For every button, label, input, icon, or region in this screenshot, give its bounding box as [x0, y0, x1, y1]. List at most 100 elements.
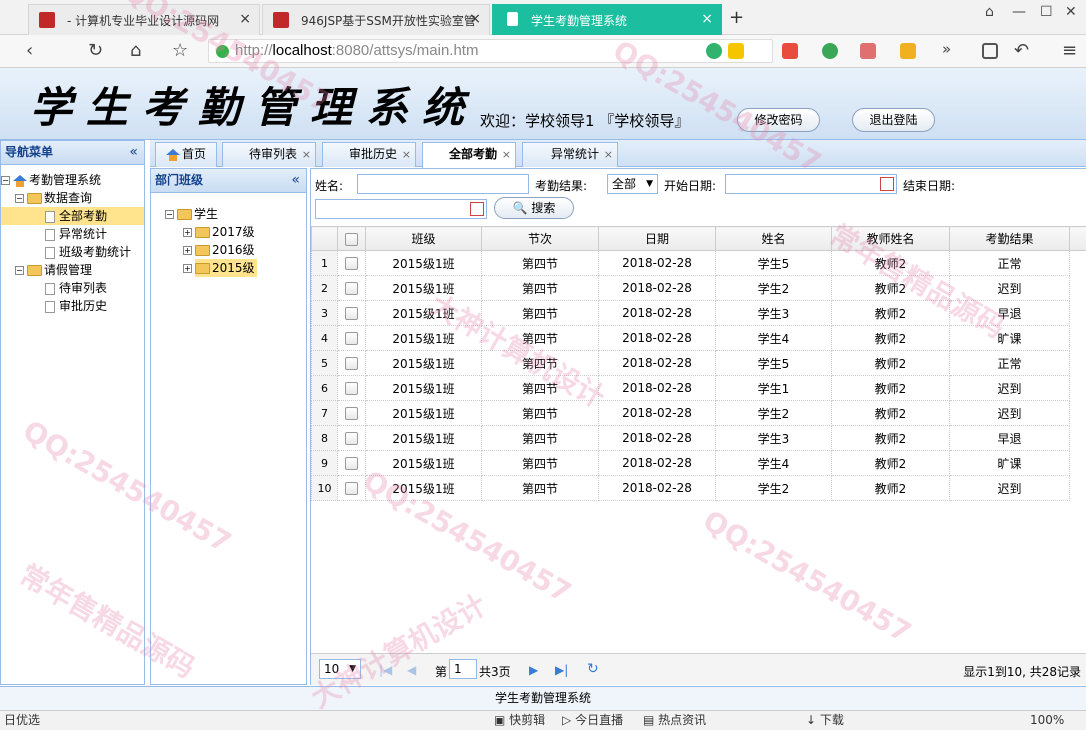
row-checkbox[interactable] — [345, 332, 358, 345]
table-row[interactable]: 3 2015级1班 第四节 2018-02-28 学生3 教师2 早退 — [311, 300, 1086, 326]
change-password-button[interactable]: 修改密码 — [737, 108, 820, 132]
tab-abnormal-stats[interactable]: 异常统计 × — [522, 142, 618, 167]
next-page-icon[interactable]: ▶ — [529, 663, 538, 677]
close-icon[interactable]: × — [469, 11, 481, 27]
tree-node-root[interactable]: − 考勤管理系统 — [1, 171, 144, 189]
page-number-input[interactable]: 1 — [449, 659, 477, 679]
close-icon[interactable]: × — [302, 143, 311, 166]
row-checkbox[interactable] — [345, 457, 358, 470]
tree-node-data-query[interactable]: − 数据查询 — [1, 189, 144, 207]
browser-tab-2[interactable]: 946JSP基于SSM开放性实验室管 × — [262, 4, 490, 35]
logout-button[interactable]: 退出登陆 — [852, 108, 935, 132]
column-header[interactable]: 班级 — [365, 226, 482, 251]
column-header[interactable]: 考勤结果 — [949, 226, 1070, 251]
browser-tab-3[interactable]: 学生考勤管理系统 × — [492, 4, 722, 35]
new-tab-icon[interactable]: + — [729, 7, 744, 28]
dept-node-2016[interactable]: +2016级 — [151, 241, 306, 259]
tab-approval-history[interactable]: 审批历史 × — [322, 142, 416, 167]
back-icon[interactable]: ‹ — [26, 40, 33, 61]
status-item[interactable]: ▷ 今日直播 — [562, 711, 623, 730]
tab-pending-list[interactable]: 待审列表 × — [222, 142, 316, 167]
row-select-cell[interactable] — [337, 300, 366, 326]
table-row[interactable]: 9 2015级1班 第四节 2018-02-28 学生4 教师2 旷课 — [311, 450, 1086, 476]
speed-icon[interactable] — [706, 43, 722, 59]
result-select[interactable]: 全部 ▼ — [607, 174, 658, 194]
dept-node-2017[interactable]: +2017级 — [151, 223, 306, 241]
status-item[interactable]: ▤ 热点资讯 — [643, 711, 706, 730]
nav-item-all-attendance[interactable]: 全部考勤 — [1, 207, 144, 225]
screenshot-icon[interactable] — [900, 43, 916, 59]
row-checkbox[interactable] — [345, 282, 358, 295]
nav-item-approval-history[interactable]: 审批历史 — [1, 297, 144, 315]
zoom-level[interactable]: 100% — [1030, 711, 1064, 730]
row-checkbox[interactable] — [345, 482, 358, 495]
close-icon[interactable]: × — [701, 11, 713, 27]
dept-node-2015[interactable]: +2015级 — [151, 259, 306, 277]
tree-node-leave[interactable]: − 请假管理 — [1, 261, 144, 279]
end-date-input[interactable] — [315, 199, 487, 219]
nav-item-class-stats[interactable]: 班级考勤统计 — [1, 243, 144, 261]
column-header[interactable]: 日期 — [598, 226, 716, 251]
minimize-icon[interactable]: — — [1012, 4, 1026, 20]
collapse-toggle-icon[interactable]: − — [15, 194, 24, 203]
search-button[interactable]: 🔍 搜索 — [494, 197, 574, 219]
close-icon[interactable]: × — [604, 143, 613, 166]
collapse-toggle-icon[interactable]: − — [15, 266, 24, 275]
dept-node-root[interactable]: − 学生 — [151, 205, 306, 223]
table-row[interactable]: 1 2015级1班 第四节 2018-02-28 学生5 教师2 正常 — [311, 250, 1086, 276]
column-header[interactable]: 姓名 — [715, 226, 832, 251]
row-checkbox[interactable] — [345, 432, 358, 445]
column-header[interactable]: 教师姓名 — [831, 226, 950, 251]
name-input[interactable] — [357, 174, 529, 194]
start-date-input[interactable] — [725, 174, 897, 194]
row-checkbox[interactable] — [345, 382, 358, 395]
close-window-icon[interactable]: ✕ — [1065, 4, 1077, 20]
calendar-icon[interactable] — [470, 202, 484, 216]
row-select-cell[interactable] — [337, 275, 366, 301]
nav-item-pending-list[interactable]: 待审列表 — [1, 279, 144, 297]
row-select-cell[interactable] — [337, 250, 366, 276]
row-select-cell[interactable] — [337, 325, 366, 351]
row-select-cell[interactable] — [337, 400, 366, 426]
collapse-icon[interactable]: « — [291, 169, 300, 192]
row-select-cell[interactable] — [337, 350, 366, 376]
maximize-icon[interactable]: ☐ — [1040, 4, 1053, 20]
tab-home[interactable]: 首页 — [155, 142, 217, 167]
apps-icon[interactable] — [782, 43, 798, 59]
row-select-cell[interactable] — [337, 475, 366, 501]
browser-tab-1[interactable]: - 计算机专业毕业设计源码网 × — [28, 4, 260, 35]
close-icon[interactable]: × — [239, 11, 251, 27]
menu-icon[interactable]: ≡ — [1062, 40, 1077, 61]
collapse-toggle-icon[interactable]: − — [165, 210, 174, 219]
tab-all-attendance[interactable]: 全部考勤 × — [422, 142, 516, 168]
home-icon[interactable]: ⌂ — [130, 40, 141, 61]
calendar-icon[interactable] — [880, 177, 894, 191]
page-size-select[interactable]: 10 ▼ — [319, 659, 361, 679]
reload-icon[interactable]: ↻ — [88, 40, 103, 61]
collapse-icon[interactable]: « — [129, 141, 138, 164]
row-checkbox[interactable] — [345, 307, 358, 320]
row-select-cell[interactable] — [337, 425, 366, 451]
expand-toggle-icon[interactable]: + — [183, 264, 192, 273]
table-row[interactable]: 5 2015级1班 第四节 2018-02-28 学生5 教师2 正常 — [311, 350, 1086, 376]
table-row[interactable]: 10 2015级1班 第四节 2018-02-28 学生2 教师2 迟到 — [311, 475, 1086, 501]
row-select-cell[interactable] — [337, 450, 366, 476]
table-row[interactable]: 6 2015级1班 第四节 2018-02-28 学生1 教师2 迟到 — [311, 375, 1086, 401]
nav-item-abnormal-stats[interactable]: 异常统计 — [1, 225, 144, 243]
lightning-icon[interactable] — [728, 43, 744, 59]
close-icon[interactable]: × — [402, 143, 411, 166]
table-row[interactable]: 4 2015级1班 第四节 2018-02-28 学生4 教师2 旷课 — [311, 325, 1086, 351]
refresh-icon[interactable]: ↻ — [587, 661, 599, 677]
first-page-icon[interactable]: |◀ — [379, 663, 392, 677]
select-all-header[interactable] — [337, 226, 366, 251]
expand-toggle-icon[interactable]: + — [183, 228, 192, 237]
column-header[interactable]: 节次 — [481, 226, 599, 251]
collapse-toggle-icon[interactable]: − — [1, 176, 10, 185]
status-item[interactable]: ▣ 快剪辑 — [494, 711, 545, 730]
row-checkbox[interactable] — [345, 407, 358, 420]
last-page-icon[interactable]: ▶| — [555, 663, 568, 677]
reader-icon[interactable] — [982, 43, 998, 59]
table-row[interactable]: 7 2015级1班 第四节 2018-02-28 学生2 教师2 迟到 — [311, 400, 1086, 426]
undo-icon[interactable]: ↶ — [1014, 40, 1029, 61]
more-icon[interactable]: » — [942, 40, 951, 58]
